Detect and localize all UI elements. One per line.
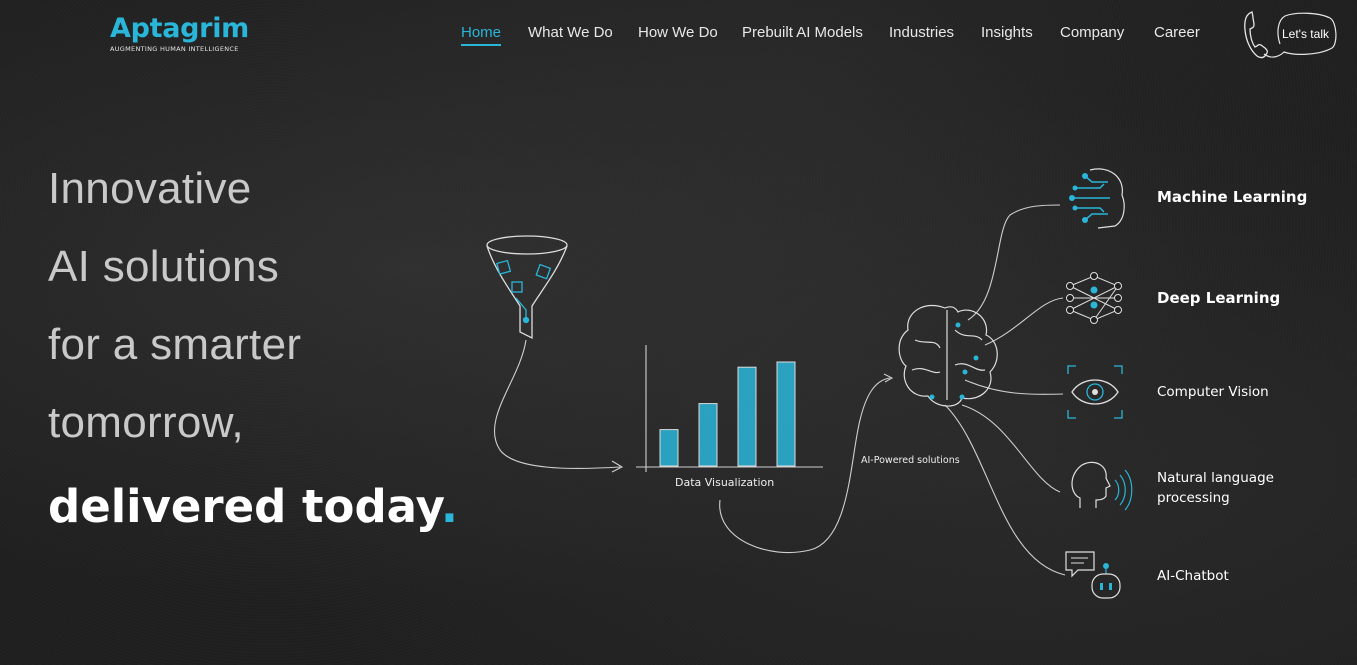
nav-industries[interactable]: Industries — [889, 24, 954, 41]
hero-bold-line: delivered today. — [48, 462, 458, 552]
nav-insights[interactable]: Insights — [981, 24, 1033, 41]
brain-icon — [898, 304, 998, 407]
lets-talk-button[interactable]: Let's talk — [1240, 8, 1340, 62]
circuit-head-icon — [1069, 168, 1125, 229]
chart-bar-1 — [659, 429, 679, 467]
site-header: Aptagrim AUGMENTING HUMAN INTELLIGENCE H… — [0, 0, 1357, 70]
service-nlp[interactable]: Natural language processing — [1157, 468, 1274, 508]
hero-bold-text: delivered today — [48, 480, 441, 533]
hero-line-4: tomorrow, — [48, 398, 244, 447]
bar-chart-bars — [659, 361, 796, 467]
nav-prebuilt-ai-models[interactable]: Prebuilt AI Models — [742, 24, 863, 41]
ai-powered-label: AI-Powered solutions — [861, 455, 960, 466]
accent-dot: . — [440, 480, 458, 533]
speaking-head-icon — [1071, 461, 1133, 511]
neural-network-icon — [1066, 272, 1122, 324]
chart-bar-3 — [737, 366, 757, 467]
data-visualization-label: Data Visualization — [675, 476, 774, 489]
nav-home[interactable]: Home — [461, 24, 502, 46]
nav-career[interactable]: Career — [1154, 24, 1200, 41]
nav-how-we-do[interactable]: How We Do — [638, 24, 718, 41]
service-nlp-line-2: processing — [1157, 490, 1230, 506]
funnel-icon — [486, 235, 568, 340]
hero-headline: Innovative AI solutions for a smarter to… — [48, 150, 458, 552]
hero-line-3: for a smarter — [48, 320, 302, 369]
brand-logo[interactable]: Aptagrim AUGMENTING HUMAN INTELLIGENCE — [110, 13, 249, 54]
service-deep-learning[interactable]: Deep Learning — [1157, 289, 1280, 307]
hero-line-1: Innovative — [48, 164, 252, 213]
lets-talk-label: Let's talk — [1282, 27, 1329, 41]
chart-bar-4 — [776, 361, 796, 467]
nav-company[interactable]: Company — [1060, 24, 1124, 41]
brand-name: Aptagrim — [110, 13, 249, 44]
nav-what-we-do[interactable]: What We Do — [528, 24, 613, 41]
eye-icon — [1067, 365, 1123, 419]
service-machine-learning[interactable]: Machine Learning — [1157, 188, 1307, 206]
service-nlp-line-1: Natural language — [1157, 470, 1274, 486]
brand-tagline: AUGMENTING HUMAN INTELLIGENCE — [110, 45, 239, 53]
hero-line-2: AI solutions — [48, 242, 280, 291]
service-ai-chatbot[interactable]: AI-Chatbot — [1157, 568, 1229, 584]
chart-bar-2 — [698, 403, 718, 467]
service-computer-vision[interactable]: Computer Vision — [1157, 384, 1269, 400]
robot-chat-icon — [1065, 551, 1121, 599]
